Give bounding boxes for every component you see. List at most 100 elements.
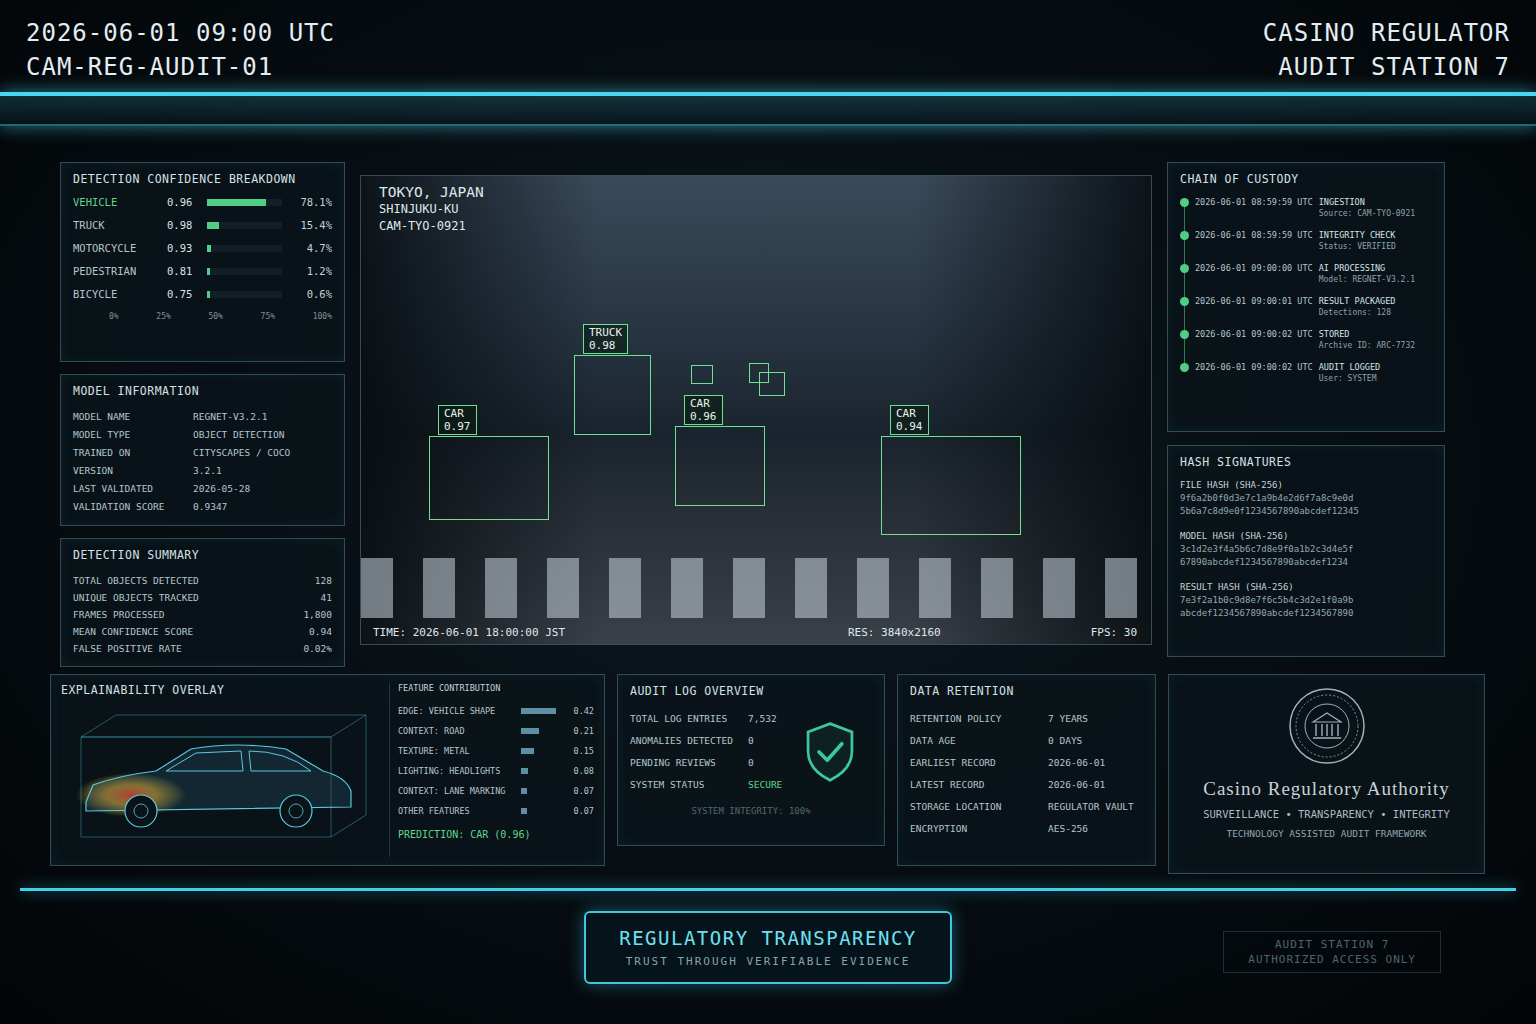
- feed-resolution: RES: 3840x2160: [848, 626, 941, 639]
- custody-event: 2026-06-01 09:00:01 UTC RESULT PACKAGED …: [1180, 295, 1432, 319]
- detection-box[interactable]: CAR 0.94: [881, 436, 1021, 535]
- retention-row: DATA AGE 0 DAYS: [910, 730, 1143, 752]
- header-right: CASINO REGULATOR AUDIT STATION 7: [1263, 16, 1510, 84]
- timeline-dot-icon: [1180, 264, 1189, 273]
- retention-value: 7 YEARS: [1048, 708, 1143, 730]
- detection-box[interactable]: TRUCK 0.98: [574, 355, 651, 435]
- feature-track: [521, 748, 563, 754]
- custody-timeline: 2026-06-01 08:59:59 UTC INGESTION Source…: [1180, 196, 1432, 385]
- event-name: STORED: [1319, 328, 1415, 340]
- feature-fill: [521, 748, 534, 754]
- info-value: 3.2.1: [193, 462, 332, 480]
- main-area: DETECTION CONFIDENCE BREAKDOWN VEHICLE 0…: [0, 162, 1536, 667]
- audit-key: TOTAL LOG ENTRIES: [630, 708, 748, 730]
- header: 2026-06-01 09:00 UTC CAM-REG-AUDIT-01 CA…: [0, 0, 1536, 84]
- model-info-panel: MODEL INFORMATION MODEL NAME REGNET-V3.2…: [60, 374, 345, 526]
- event-time: 2026-06-01 09:00:00 UTC: [1195, 262, 1313, 274]
- audit-body: TOTAL LOG ENTRIES 7,532ANOMALIES DETECTE…: [630, 708, 872, 796]
- class-score: 0.98: [167, 219, 201, 231]
- detection-box[interactable]: CAR 0.97: [429, 436, 549, 520]
- share-track: [207, 245, 282, 252]
- summary-value: 0.02%: [303, 640, 332, 657]
- custody-event: 2026-06-01 09:00:02 UTC STORED Archive I…: [1180, 328, 1432, 352]
- detection-label: CAR 0.97: [438, 405, 477, 435]
- authority-framework: TECHNOLOGY ASSISTED AUDIT FRAMEWORK: [1226, 828, 1426, 839]
- detection-score: 0.98: [589, 339, 622, 352]
- event-detail: Status: VERIFIED: [1319, 241, 1396, 253]
- explain-visual: EXPLAINABILITY OVERLAY: [61, 683, 381, 857]
- footer: REGULATORY TRANSPARENCY TRUST THROUGH VE…: [0, 911, 1536, 984]
- summary-key: FALSE POSITIVE RATE: [73, 640, 182, 657]
- detection-box[interactable]: [759, 372, 785, 396]
- detection-box[interactable]: [691, 365, 713, 384]
- car-heatmap-icon: [61, 707, 381, 847]
- retention-key: DATA AGE: [910, 730, 1048, 752]
- panel-title: AUDIT LOG OVERVIEW: [630, 684, 872, 698]
- audit-row: SYSTEM STATUS SECURE: [630, 774, 782, 796]
- detection-box[interactable]: CAR 0.96: [675, 426, 765, 506]
- transparency-banner[interactable]: REGULATORY TRANSPARENCY TRUST THROUGH VE…: [584, 911, 952, 984]
- retention-key: RETENTION POLICY: [910, 708, 1048, 730]
- share-fill: [207, 199, 266, 206]
- detection-score: 0.94: [896, 420, 923, 433]
- axis-tick: 50%: [208, 312, 222, 321]
- event-name: RESULT PACKAGED: [1319, 295, 1396, 307]
- share-track: [207, 291, 282, 298]
- detection-class: CAR: [690, 397, 717, 410]
- timeline-dot-icon: [1180, 297, 1189, 306]
- street-photo: [361, 176, 1151, 644]
- class-label: BICYCLE: [73, 288, 161, 300]
- feature-label: OTHER FEATURES: [398, 801, 516, 821]
- summary-key: UNIQUE OBJECTS TRACKED: [73, 589, 199, 606]
- custody-event: 2026-06-01 08:59:59 UTC INGESTION Source…: [1180, 196, 1432, 220]
- share-track: [207, 222, 282, 229]
- access-note: AUTHORIZED ACCESS ONLY: [1248, 952, 1416, 967]
- event-time: 2026-06-01 08:59:59 UTC: [1195, 229, 1313, 241]
- info-key: TRAINED ON: [73, 444, 193, 462]
- confidence-row: TRUCK 0.98 15.4%: [73, 219, 332, 231]
- custody-event: 2026-06-01 08:59:59 UTC INTEGRITY CHECK …: [1180, 229, 1432, 253]
- info-row: LAST VALIDATED 2026-05-28: [73, 480, 332, 498]
- audit-panel: AUDIT LOG OVERVIEW TOTAL LOG ENTRIES 7,5…: [617, 674, 885, 846]
- feed-location: TOKYO, JAPAN: [379, 184, 484, 201]
- event-body: INGESTION Source: CAM-TYO-0921: [1319, 196, 1415, 220]
- audit-row: TOTAL LOG ENTRIES 7,532: [630, 708, 782, 730]
- class-label: PEDESTRIAN: [73, 265, 161, 277]
- banner-title: REGULATORY TRANSPARENCY: [616, 927, 920, 949]
- custody-event: 2026-06-01 09:00:02 UTC AUDIT LOGGED Use…: [1180, 361, 1432, 385]
- feature-row: EDGE: VEHICLE SHAPE 0.42: [398, 701, 594, 721]
- panel-title: DATA RETENTION: [910, 684, 1143, 698]
- event-body: STORED Archive ID: ARC-7732: [1319, 328, 1415, 352]
- timeline-dot-icon: [1180, 330, 1189, 339]
- panel-title: DETECTION SUMMARY: [73, 548, 332, 562]
- left-column: DETECTION CONFIDENCE BREAKDOWN VEHICLE 0…: [60, 162, 345, 667]
- panel-title: MODEL INFORMATION: [73, 384, 332, 398]
- audit-value: 0: [748, 730, 782, 752]
- summary-key: FRAMES PROCESSED: [73, 606, 165, 623]
- hash-value: 3c1d2e3f4a5b6c7d8e9f0a1b2c3d4e5f: [1180, 543, 1432, 556]
- feature-track: [521, 708, 563, 714]
- hash-value: 5b6a7c8d9e0f1234567890abcdef12345: [1180, 505, 1432, 518]
- feature-label: TEXTURE: METAL: [398, 741, 516, 761]
- feature-track: [521, 728, 563, 734]
- share-fill: [207, 222, 219, 229]
- class-score: 0.75: [167, 288, 201, 300]
- retention-value: REGULATOR VAULT: [1048, 796, 1143, 818]
- retention-row: EARLIEST RECORD 2026-06-01: [910, 752, 1143, 774]
- camera-id: CAM-REG-AUDIT-01: [26, 50, 335, 84]
- feature-fill: [521, 728, 539, 734]
- retention-panel: DATA RETENTION RETENTION POLICY 7 YEARSD…: [897, 674, 1156, 866]
- feature-label: CONTEXT: LANE MARKING: [398, 781, 516, 801]
- detection-class: CAR: [444, 407, 471, 420]
- feature-contribution: FEATURE CONTRIBUTION EDGE: VEHICLE SHAPE…: [389, 683, 594, 857]
- feature-value: 0.08: [568, 761, 594, 781]
- features-title: FEATURE CONTRIBUTION: [398, 683, 594, 693]
- info-value: OBJECT DETECTION: [193, 426, 332, 444]
- ceiling-light: [0, 92, 1536, 126]
- axis-tick: 75%: [261, 312, 275, 321]
- feature-row: LIGHTING: HEADLIGHTS 0.08: [398, 761, 594, 781]
- feed-info: TOKYO, JAPAN SHINJUKU-KU CAM-TYO-0921: [379, 184, 484, 235]
- feature-track: [521, 768, 563, 774]
- event-detail: Detections: 128: [1319, 307, 1396, 319]
- feed-fps: FPS: 30: [1091, 626, 1137, 639]
